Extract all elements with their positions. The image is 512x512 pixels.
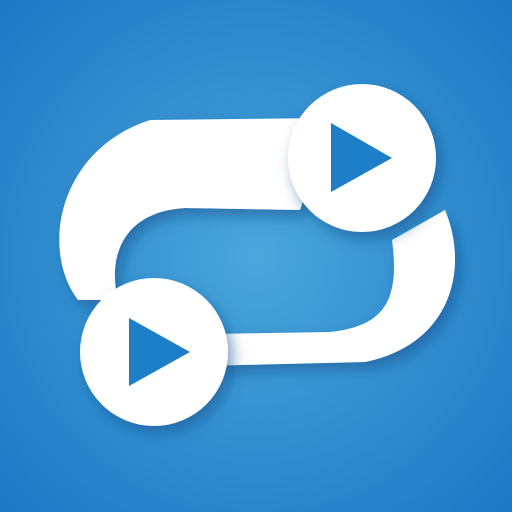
app-icon: [0, 0, 512, 512]
repeat-video-icon: [0, 0, 512, 512]
play-button-bottom-left: [80, 278, 228, 426]
play-button-top-right: [288, 84, 436, 232]
